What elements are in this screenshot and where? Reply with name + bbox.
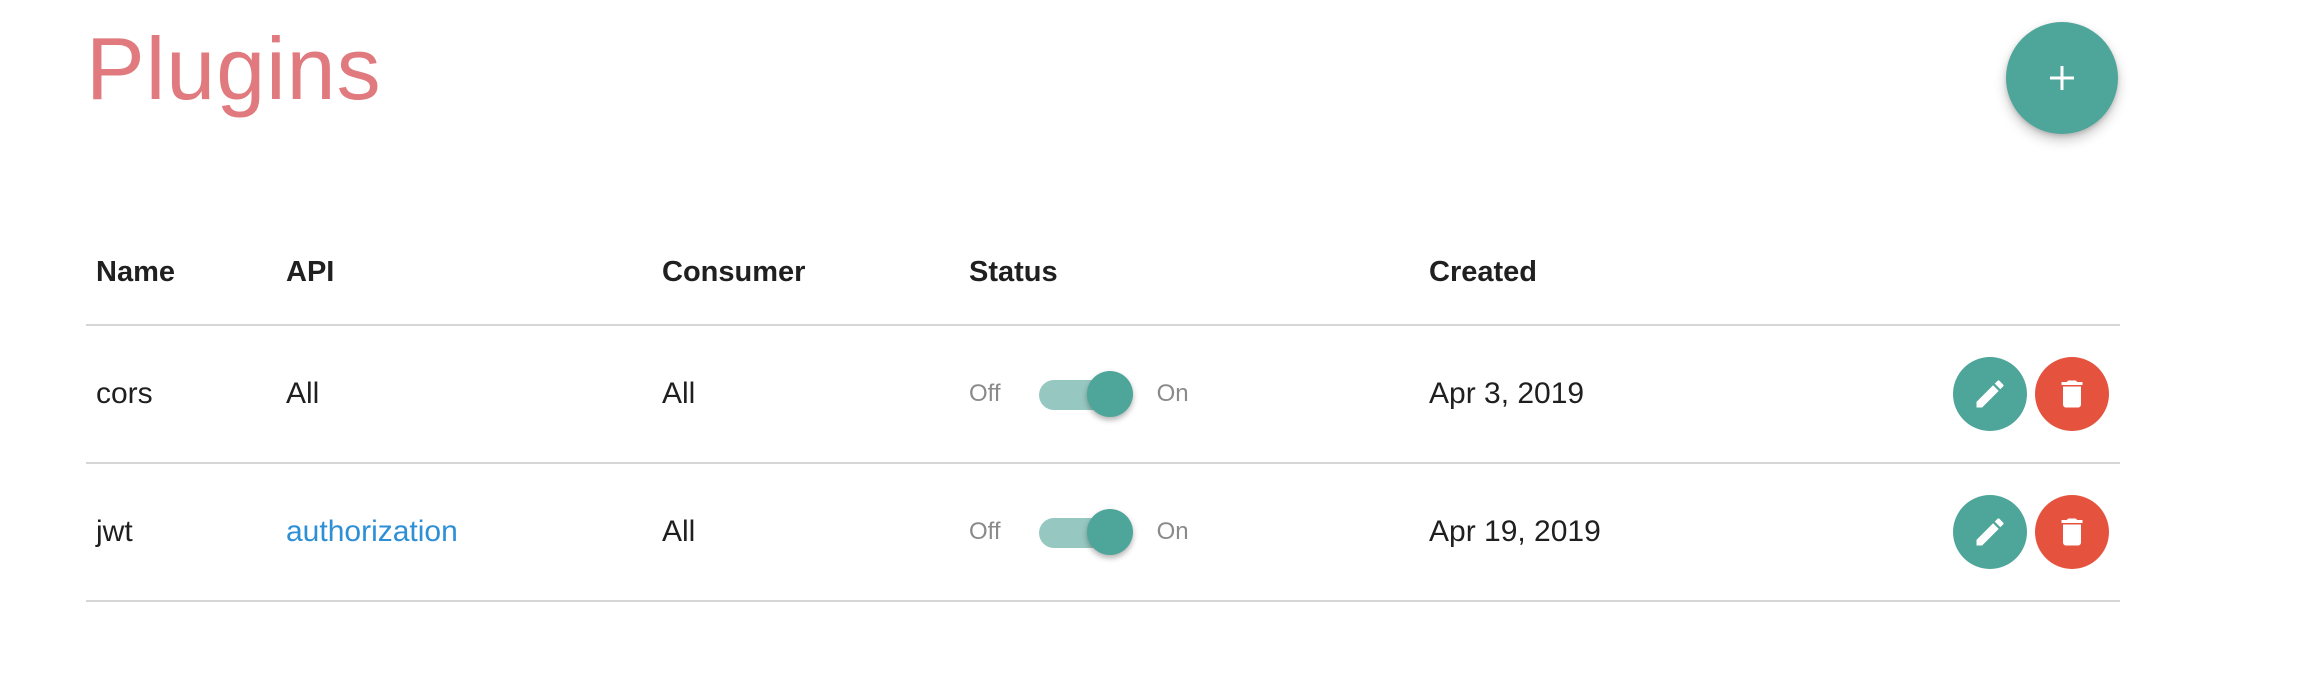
plus-icon	[2050, 66, 2074, 90]
column-header-status: Status	[969, 255, 1058, 288]
plugin-consumer: All	[662, 515, 696, 548]
plugin-api: All	[286, 377, 320, 410]
edit-button[interactable]	[1953, 357, 2027, 431]
page-title: Plugins	[86, 19, 382, 118]
plugin-api-link[interactable]: authorization	[286, 515, 458, 549]
table-header-row: Name API Consumer Status Created	[86, 220, 2120, 326]
column-header-consumer: Consumer	[662, 255, 806, 288]
delete-button[interactable]	[2035, 357, 2109, 431]
trash-icon	[2061, 518, 2083, 546]
plugins-page: Plugins Name API Consumer Status Created…	[0, 0, 2302, 694]
toggle-knob	[1086, 371, 1133, 417]
plugin-created-date: Apr 19, 2019	[1429, 515, 1601, 548]
column-header-name: Name	[96, 255, 175, 288]
table-row: cors All All Off On Apr 3, 2019	[86, 326, 2120, 464]
status-on-label: On	[1156, 380, 1189, 407]
pencil-icon	[1976, 518, 2004, 546]
add-plugin-button[interactable]	[2006, 22, 2118, 134]
toggle-knob	[1086, 509, 1133, 555]
status-on-label: On	[1156, 518, 1189, 545]
trash-icon	[2061, 380, 2083, 408]
column-header-api: API	[286, 255, 335, 288]
table-row: jwt authorization All Off On Apr 19, 201…	[86, 464, 2120, 602]
column-header-created: Created	[1429, 255, 1537, 288]
plugin-consumer: All	[662, 377, 696, 410]
status-toggle[interactable]	[1038, 509, 1133, 555]
plugins-table: Name API Consumer Status Created cors Al…	[86, 220, 2120, 602]
edit-button[interactable]	[1953, 495, 2027, 569]
row-actions	[1953, 495, 2109, 569]
delete-button[interactable]	[2035, 495, 2109, 569]
status-off-label: Off	[969, 380, 1001, 407]
plugin-name: cors	[96, 377, 153, 410]
plugin-name: jwt	[96, 515, 133, 548]
status-toggle[interactable]	[1038, 371, 1133, 417]
status-control: Off On	[969, 509, 1189, 555]
status-control: Off On	[969, 371, 1189, 417]
plugin-created-date: Apr 3, 2019	[1429, 377, 1585, 410]
pencil-icon	[1976, 380, 2004, 408]
row-actions	[1953, 357, 2109, 431]
status-off-label: Off	[969, 518, 1001, 545]
